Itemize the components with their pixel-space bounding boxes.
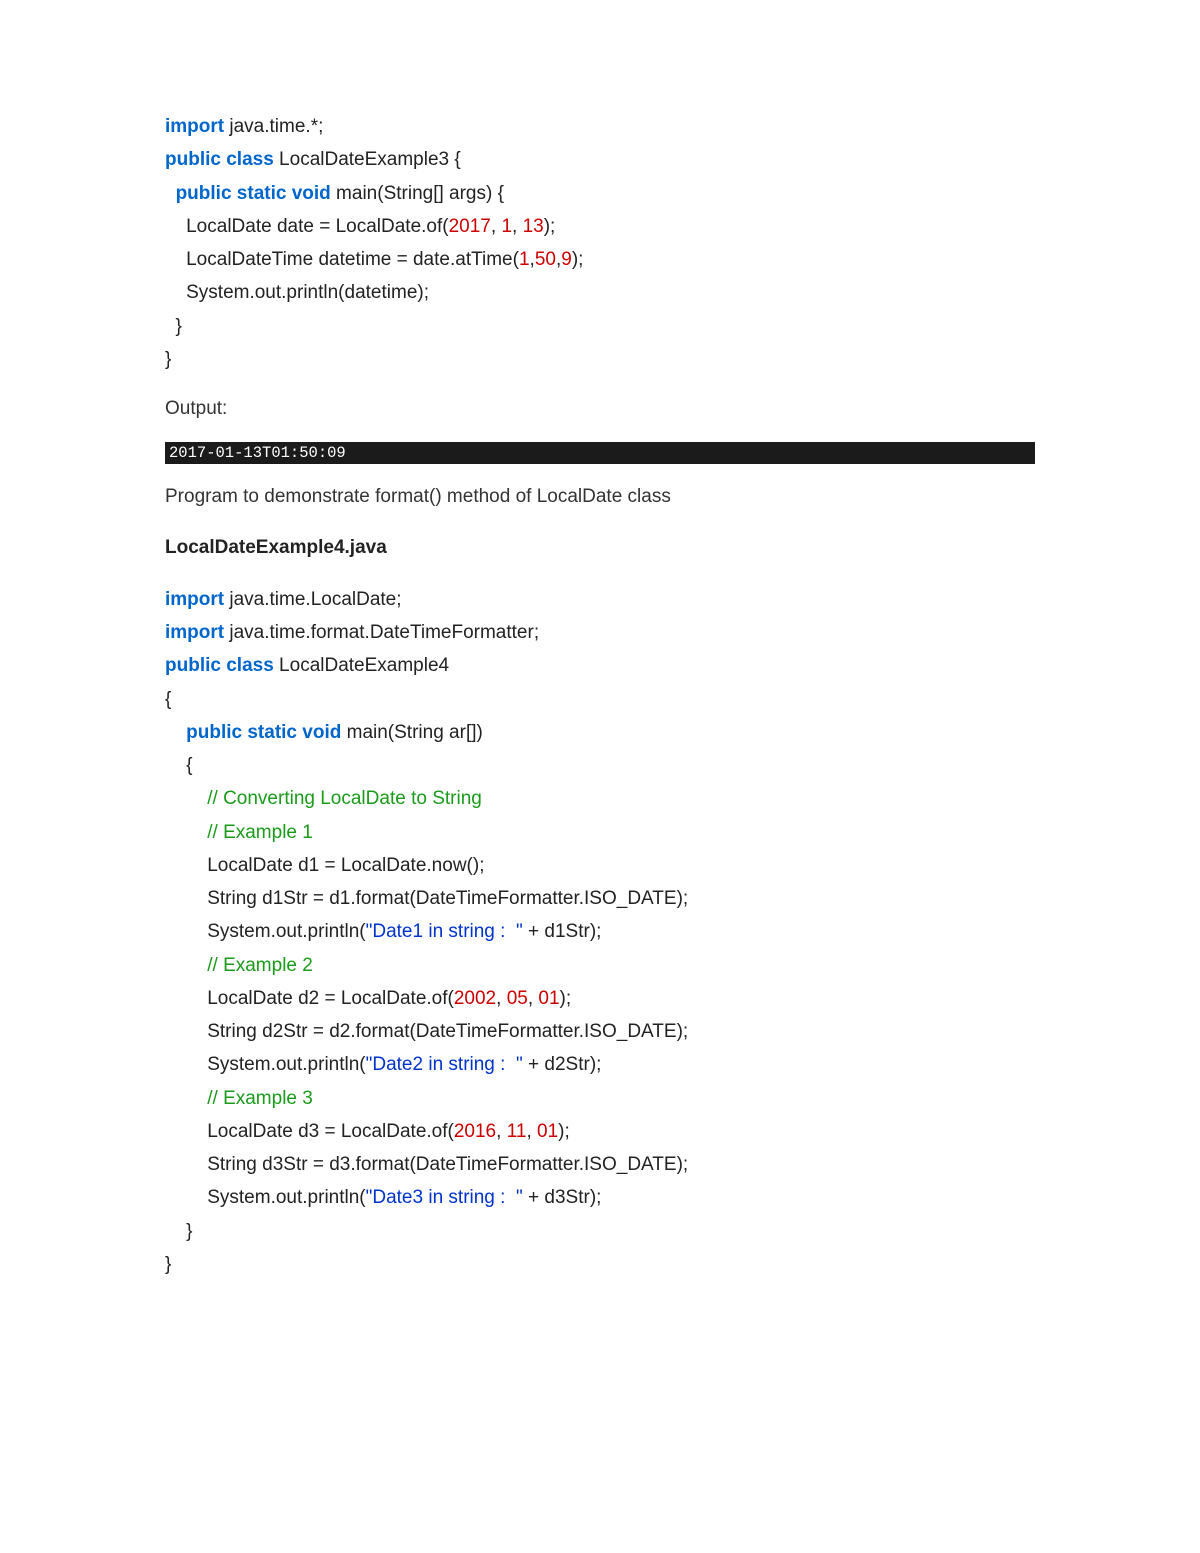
code-text: System.out.println( [165,921,366,942]
code-text: , [496,988,507,1009]
number-literal: 01 [537,1121,558,1142]
file-heading: LocalDateExample4.java [165,537,1040,559]
number-literal: 2016 [454,1121,496,1142]
code-text: + d3Str); [523,1187,618,1208]
code-text [165,788,207,809]
number-literal: 13 [523,216,544,237]
number-literal: 1 [519,249,530,270]
code-text: System.out.println( [165,1187,366,1208]
keyword-class: class [226,655,274,676]
code-text: } [165,1254,182,1275]
code-text [165,183,176,204]
keyword-void: void [302,722,341,743]
code-text: } [165,349,192,370]
code-text: System.out.println( [165,1054,366,1075]
number-literal: 50 [535,249,556,270]
keyword-import: import [165,622,224,643]
code-text [165,1088,207,1109]
code-text: System.out.println(datetime); [165,282,450,303]
number-literal: 9 [561,249,572,270]
code-text [165,955,207,976]
code-text: main(String[] args) { [331,183,515,204]
number-literal: 2002 [454,988,496,1009]
code-text [165,722,186,743]
code-text: ); [544,216,566,237]
code-block-2: import java.time.LocalDate; import java.… [165,583,1040,1281]
code-text: + d1Str); [523,921,618,942]
code-block-1: import java.time.*; public class LocalDa… [165,110,1040,376]
keyword-import: import [165,116,224,137]
code-text: String d1Str = d1.format(DateTimeFormatt… [165,888,704,909]
code-text: , [491,216,502,237]
comment: // Example 1 [207,822,323,843]
code-text: LocalDate d3 = LocalDate.of( [165,1121,454,1142]
code-text: LocalDateTime datetime = date.atTime( [165,249,519,270]
code-text: , [496,1121,507,1142]
keyword-public: public [165,655,221,676]
code-text: java.time.format.DateTimeFormatter; [224,622,555,643]
number-literal: 01 [538,988,559,1009]
code-text: LocalDate d2 = LocalDate.of( [165,988,454,1009]
code-text: String d3Str = d3.format(DateTimeFormatt… [165,1154,704,1175]
number-literal: 1 [501,216,512,237]
code-text: String d2Str = d2.format(DateTimeFormatt… [165,1021,704,1042]
keyword-public: public [165,149,221,170]
code-text: , [512,216,523,237]
code-text: java.time.*; [224,116,334,137]
keyword-static: static [247,722,297,743]
comment: // Converting LocalDate to String [207,788,482,809]
code-text: { [165,755,208,776]
code-text: LocalDate d1 = LocalDate.now(); [165,855,500,876]
comment: // Example 2 [207,955,323,976]
code-text: ); [572,249,615,270]
code-text: LocalDate date = LocalDate.of( [165,216,449,237]
code-text: , [526,1121,537,1142]
code-text: { [165,689,187,710]
comment: // Example 3 [207,1088,323,1109]
description-text: Program to demonstrate format() method o… [165,482,1040,512]
keyword-static: static [237,183,287,204]
keyword-void: void [292,183,331,204]
code-text: } [165,1221,208,1242]
code-text: ); [558,1121,585,1142]
string-literal: "Date2 in string : " [366,1054,523,1075]
output-label: Output: [165,394,1040,424]
code-text [165,822,207,843]
document-page: import java.time.*; public class LocalDa… [0,0,1200,1381]
code-text: + d2Str); [523,1054,618,1075]
number-literal: 11 [507,1121,527,1142]
code-text: LocalDateExample3 { [274,149,472,170]
number-literal: 2017 [449,216,491,237]
keyword-public: public [176,183,232,204]
keyword-public: public [186,722,242,743]
output-block: 2017-01-13T01:50:09 [165,442,1035,464]
code-text: } [165,316,203,337]
code-text: ); [560,988,587,1009]
keyword-import: import [165,589,224,610]
code-text: java.time.LocalDate; [224,589,417,610]
number-literal: 05 [507,988,528,1009]
string-literal: "Date1 in string : " [366,921,523,942]
code-text: main(String ar[]) [341,722,498,743]
code-text: LocalDateExample4 [274,655,465,676]
keyword-class: class [226,149,274,170]
code-text: , [528,988,539,1009]
string-literal: "Date3 in string : " [366,1187,523,1208]
